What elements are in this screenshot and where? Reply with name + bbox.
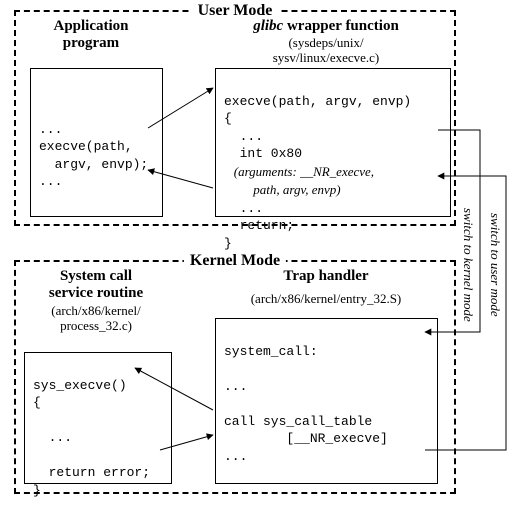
user-mode-title: User Mode [192, 2, 279, 20]
glibc-code-args: (arguments: __NR_execve, path, argv, env… [224, 164, 374, 198]
glibc-code-box: execve(path, argv, envp) { ... int 0x80 … [215, 68, 451, 217]
glibc-subtitle: (sysdeps/unix/ sysv/linux/execve.c) [216, 36, 436, 66]
label-switch-kernel: switch to kernel mode [460, 185, 476, 345]
label-switch-user: switch to user mode [487, 185, 503, 345]
service-code-box: sys_execve() { ... return error; } [24, 352, 172, 484]
diagram-root: User Mode Application program glibc wrap… [0, 0, 515, 503]
app-code: ... execve(path, argv, envp); ... [39, 121, 154, 191]
glibc-code-top: execve(path, argv, envp) { ... int 0x80 [224, 94, 411, 162]
kernel-mode-title: Kernel Mode [184, 252, 286, 270]
service-title: System call service routine [26, 268, 166, 303]
app-code-box: ... execve(path, argv, envp); ... [30, 68, 163, 217]
trap-code-box: system_call: ... call sys_call_table [__… [215, 318, 438, 484]
glibc-title-rest: wrapper function [283, 18, 399, 34]
service-code: sys_execve() { ... return error; } [33, 378, 150, 498]
glibc-title: glibc wrapper function [216, 18, 436, 35]
glibc-code-bottom: ... return; } [224, 201, 294, 251]
service-subtitle: (arch/x86/kernel/ process_32.c) [26, 304, 166, 334]
trap-subtitle: (arch/x86/kernel/entry_32.S) [211, 292, 441, 307]
glibc-title-italic: glibc [253, 18, 283, 34]
trap-code: system_call: ... call sys_call_table [__… [224, 344, 388, 464]
trap-title: Trap handler [226, 268, 426, 285]
app-title: Application program [26, 18, 156, 53]
